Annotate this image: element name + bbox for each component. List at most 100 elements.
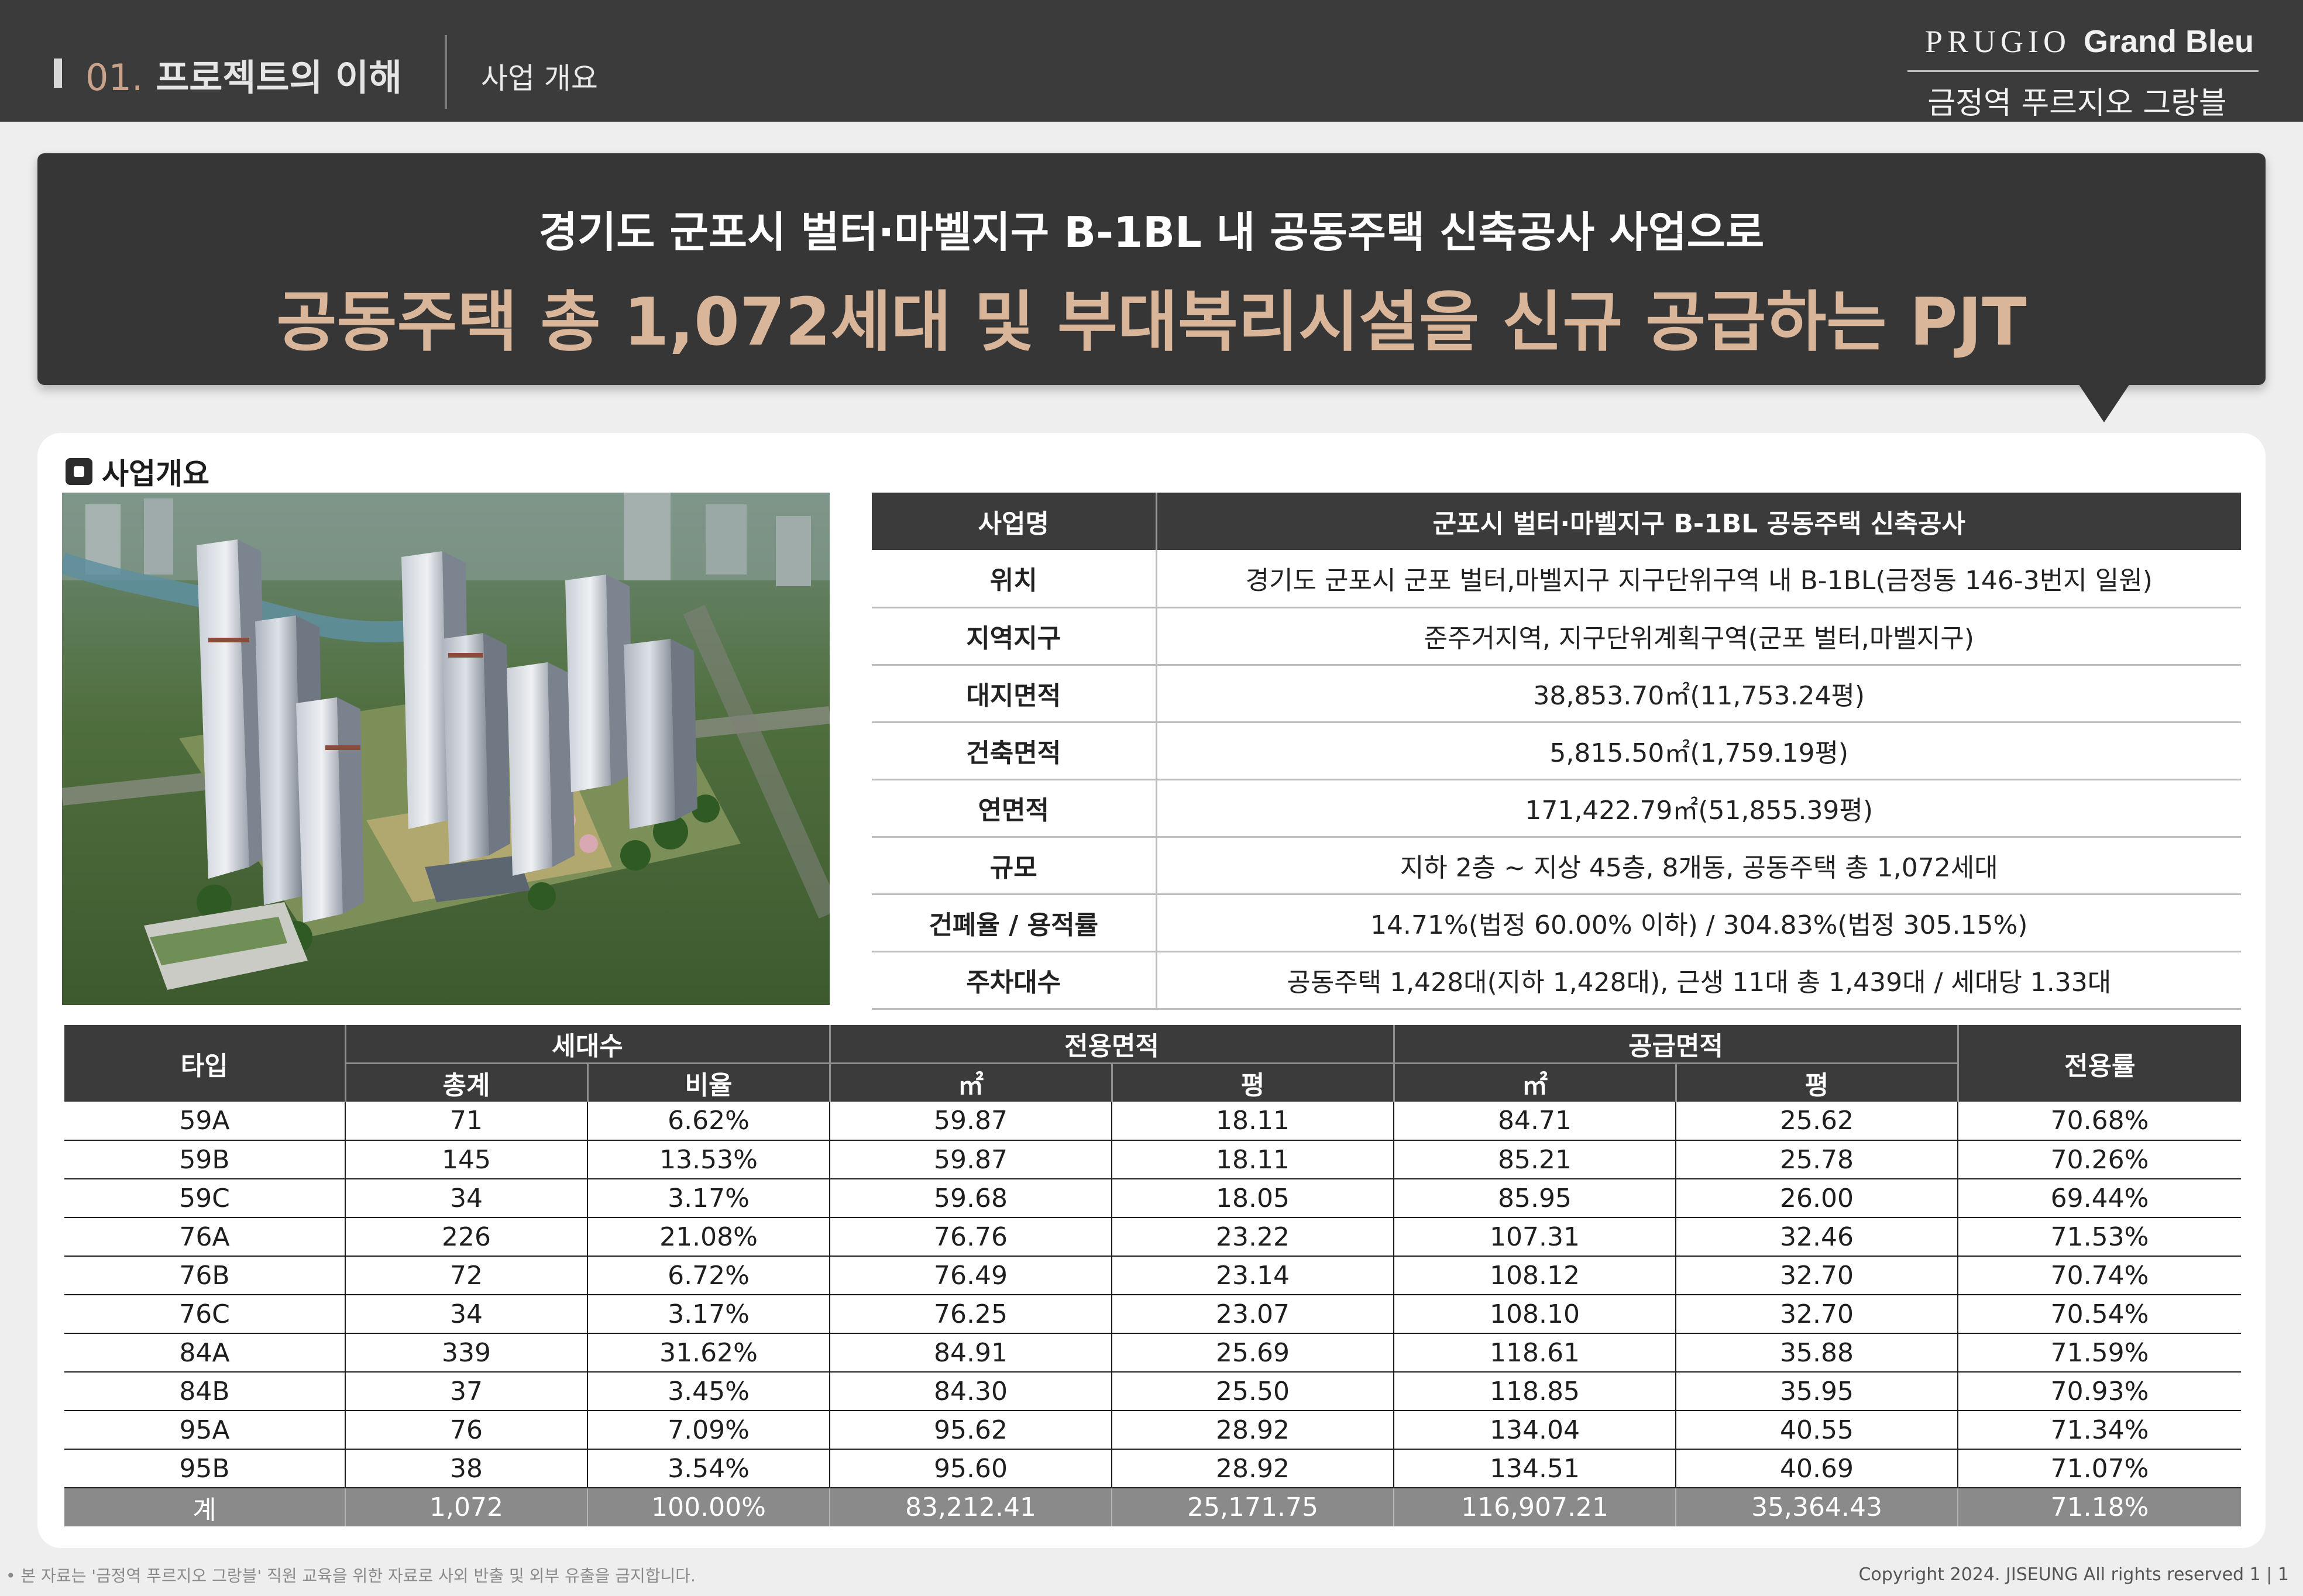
cell-type: 84A xyxy=(64,1333,345,1373)
overview-key: 연면적 xyxy=(872,779,1156,838)
section-heading-label: 사업개요 xyxy=(102,457,209,491)
cell-exclusive-sqm: 95.62 xyxy=(829,1411,1112,1450)
copyright-text: Copyright 2024. JISEUNG All rights reser… xyxy=(1858,1564,2244,1585)
header-share: 비율 xyxy=(586,1062,830,1102)
total-exclusive-sqm: 83,212.41 xyxy=(829,1488,1112,1526)
header-exclusive-pyeong: 평 xyxy=(1111,1062,1394,1102)
cell-exclusive-sqm: 59.87 xyxy=(829,1102,1112,1141)
cell-exclusive-pyeong: 18.11 xyxy=(1111,1102,1394,1141)
cell-type: 95A xyxy=(64,1411,345,1450)
cell-households-total: 37 xyxy=(345,1372,587,1411)
cell-exclusive-ratio: 71.59% xyxy=(1957,1333,2242,1373)
total-row: 계 1,072 100.00% 83,212.41 25,171.75 116,907.2… xyxy=(64,1488,2242,1526)
overview-row: 건폐율 / 용적률 14.71%(법정 60.00% 이하) / 304.83%… xyxy=(872,894,2241,952)
cell-supply-pyeong: 32.46 xyxy=(1675,1217,1958,1257)
headline-banner: 경기도 군포시 벌터·마벨지구 B-1BL 내 공동주택 신축공사 사업으로 공… xyxy=(37,153,2266,422)
cell-exclusive-ratio: 70.74% xyxy=(1957,1256,2242,1295)
cell-households-total: 71 xyxy=(345,1102,587,1141)
overview-row: 대지면적 38,853.70㎡(11,753.24평) xyxy=(872,665,2241,723)
brand-wordmark: PRUGIO Grand Bleu xyxy=(1925,23,2254,60)
overview-value: 14.71%(법정 60.00% 이하) / 304.83%(법정 305.15… xyxy=(1155,894,2241,952)
brand-logo: PRUGIO Grand Bleu 금정역 푸르지오 그랑블 xyxy=(1896,19,2259,121)
total-households-share: 100.00% xyxy=(586,1488,830,1526)
cell-supply-sqm: 85.21 xyxy=(1393,1140,1676,1179)
table-row: 76A 226 21.08% 76.76 23.22 107.31 32.46 71.53% xyxy=(64,1217,2242,1257)
overview-key: 건축면적 xyxy=(872,722,1156,780)
cell-supply-sqm: 108.10 xyxy=(1393,1295,1676,1334)
section-title: 01. 프로젝트의 이해 xyxy=(85,48,402,101)
cell-supply-sqm: 108.12 xyxy=(1393,1256,1676,1295)
header-exclusive-area: 전용면적 xyxy=(829,1025,1394,1064)
overview-value: 38,853.70㎡(11,753.24평) xyxy=(1155,665,2241,723)
cell-supply-pyeong: 25.78 xyxy=(1675,1140,1958,1179)
cell-households-share: 3.17% xyxy=(586,1295,830,1334)
total-exclusive-pyeong: 25,171.75 xyxy=(1111,1488,1394,1526)
header-supply-pyeong: 평 xyxy=(1675,1062,1958,1102)
table-row: 95A 76 7.09% 95.62 28.92 134.04 40.55 71.34% xyxy=(64,1411,2242,1450)
cell-households-share: 7.09% xyxy=(586,1411,830,1450)
cell-households-total: 76 xyxy=(345,1411,587,1450)
total-type: 계 xyxy=(64,1488,345,1526)
cell-households-share: 31.62% xyxy=(586,1333,830,1373)
cell-exclusive-ratio: 70.26% xyxy=(1957,1140,2242,1179)
overview-value: 경기도 군포시 군포 벌터,마벨지구 지구단위구역 내 B-1BL(금정동 14… xyxy=(1155,550,2241,608)
square-bullet-icon xyxy=(66,458,92,485)
table-row: 76C 34 3.17% 76.25 23.07 108.10 32.70 70.54% xyxy=(64,1295,2242,1334)
cell-exclusive-ratio: 70.68% xyxy=(1957,1102,2242,1141)
cell-supply-sqm: 84.71 xyxy=(1393,1102,1676,1141)
header-type: 타입 xyxy=(64,1025,345,1102)
total-supply-sqm: 116,907.21 xyxy=(1393,1488,1676,1526)
banner-line-1: 경기도 군포시 벌터·마벨지구 B-1BL 내 공동주택 신축공사 사업으로 xyxy=(538,208,1765,257)
brand-korean-name: 금정역 푸르지오 그랑블 xyxy=(1927,86,2227,121)
cell-type: 59B xyxy=(64,1140,345,1179)
page-subtitle: 사업 개요 xyxy=(481,61,598,95)
banner-pointer xyxy=(2078,384,2130,422)
overview-key: 주차대수 xyxy=(872,951,1156,1010)
unit-type-table: 타입 세대수 전용면적 공급면적 전용률 총계 비율 ㎡ 평 ㎡ 평 59A 71… xyxy=(64,1025,2242,1526)
cell-supply-pyeong: 25.62 xyxy=(1675,1102,1958,1141)
cell-households-share: 21.08% xyxy=(586,1217,830,1257)
overview-value: 군포시 벌터·마벨지구 B-1BL 공동주택 신축공사 xyxy=(1155,493,2241,550)
cell-exclusive-pyeong: 18.11 xyxy=(1111,1140,1394,1179)
cell-exclusive-sqm: 84.91 xyxy=(829,1333,1112,1373)
cell-households-total: 145 xyxy=(345,1140,587,1179)
page-number: 1 | 1 xyxy=(2249,1564,2289,1585)
cell-type: 95B xyxy=(64,1449,345,1488)
table-row: 76B 72 6.72% 76.49 23.14 108.12 32.70 70.74% xyxy=(64,1256,2242,1295)
cell-exclusive-pyeong: 25.69 xyxy=(1111,1333,1394,1373)
cell-exclusive-sqm: 76.49 xyxy=(829,1256,1112,1295)
total-supply-pyeong: 35,364.43 xyxy=(1675,1488,1958,1526)
header-households: 세대수 xyxy=(344,1025,830,1064)
cell-supply-sqm: 107.31 xyxy=(1393,1217,1676,1257)
cell-supply-pyeong: 32.70 xyxy=(1675,1256,1958,1295)
overview-value: 지하 2층 ~ 지상 45층, 8개동, 공동주택 총 1,072세대 xyxy=(1155,837,2241,895)
banner-line-2: 공동주택 총 1,072세대 및 부대복리시설을 신규 공급하는 PJT xyxy=(276,284,2027,360)
cell-type: 76A xyxy=(64,1217,345,1257)
cell-households-total: 226 xyxy=(345,1217,587,1257)
overview-key: 사업명 xyxy=(872,493,1156,550)
cell-exclusive-sqm: 76.25 xyxy=(829,1295,1112,1334)
overview-table: 사업명 군포시 벌터·마벨지구 B-1BL 공동주택 신축공사 위치 경기도 군… xyxy=(872,493,2241,1010)
overview-key: 건폐율 / 용적률 xyxy=(872,894,1156,952)
cell-supply-pyeong: 35.95 xyxy=(1675,1372,1958,1411)
brand-grand-bleu: Grand Bleu xyxy=(2083,24,2254,59)
overview-key: 대지면적 xyxy=(872,665,1156,723)
cell-exclusive-ratio: 71.34% xyxy=(1957,1411,2242,1450)
overview-row: 지역지구 준주거지역, 지구단위계획구역(군포 벌터,마벨지구) xyxy=(872,607,2241,666)
table-header-row: 타입 세대수 전용면적 공급면적 전용률 xyxy=(64,1025,2242,1102)
cell-exclusive-ratio: 70.54% xyxy=(1957,1295,2242,1334)
cell-supply-sqm: 134.51 xyxy=(1393,1449,1676,1488)
cell-households-total: 339 xyxy=(345,1333,587,1373)
cell-supply-pyeong: 40.69 xyxy=(1675,1449,1958,1488)
cell-exclusive-pyeong: 23.07 xyxy=(1111,1295,1394,1334)
table-row: 59A 71 6.62% 59.87 18.11 84.71 25.62 70.68% xyxy=(64,1102,2242,1141)
total-exclusive-ratio: 71.18% xyxy=(1957,1488,2242,1526)
table-row: 59B 145 13.53% 59.87 18.11 85.21 25.78 70.26% xyxy=(64,1140,2242,1179)
overview-key: 지역지구 xyxy=(872,607,1156,666)
top-header: 01. 프로젝트의 이해 사업 개요 PRUGIO Grand Bleu 금정역 … xyxy=(0,0,2303,122)
brand-prugio: PRUGIO xyxy=(1924,24,2071,59)
overview-row: 주차대수 공동주택 1,428대(지하 1,428대), 근생 11대 총 1,… xyxy=(872,951,2241,1010)
cell-exclusive-ratio: 71.07% xyxy=(1957,1449,2242,1488)
overview-row: 건축면적 5,815.50㎡(1,759.19평) xyxy=(872,722,2241,780)
cell-type: 59C xyxy=(64,1179,345,1218)
